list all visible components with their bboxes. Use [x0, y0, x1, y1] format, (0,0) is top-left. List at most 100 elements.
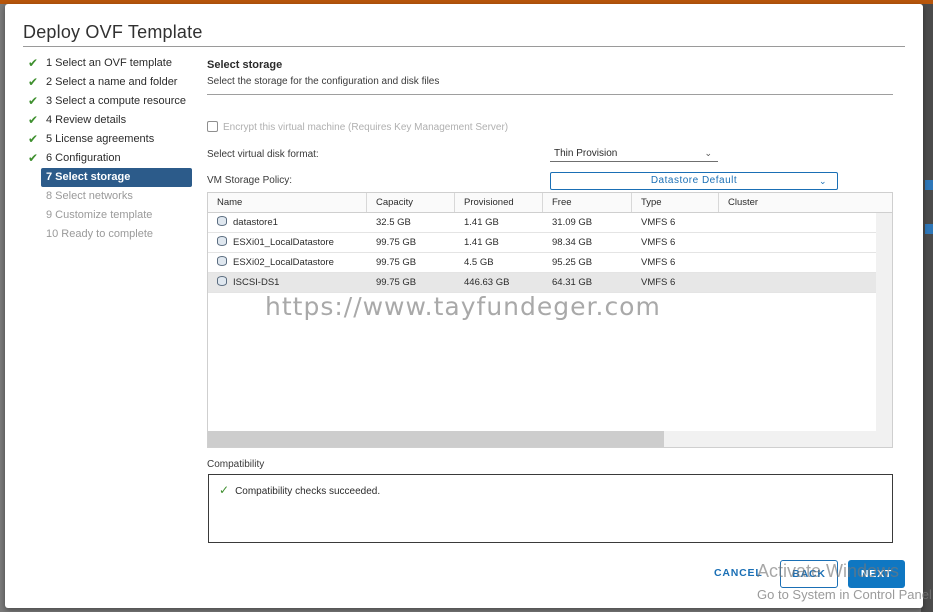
section-divider: [207, 94, 893, 95]
wizard-step-6[interactable]: ✔ 6 Configuration: [26, 149, 194, 168]
watermark-text: https://www.tayfundeger.com: [265, 292, 661, 321]
cell-free: 31.09 GB: [543, 213, 592, 233]
wizard-step-label: 1 Select an OVF template: [46, 57, 172, 69]
datastore-icon: [217, 216, 227, 226]
wizard-step-4[interactable]: ✔ 4 Review details: [26, 111, 194, 130]
column-header-free[interactable]: Free: [543, 193, 632, 212]
cell-cluster: [719, 273, 728, 293]
wizard-steps: ✔ 1 Select an OVF template ✔ 2 Select a nam…: [26, 54, 194, 244]
cell-name: ESXi02_LocalDatastore: [208, 253, 334, 273]
table-row[interactable]: ISCSI-DS1 99.75 GB 446.63 GB 64.31 GB VMFS 6: [208, 273, 876, 293]
vertical-scrollbar[interactable]: [876, 213, 892, 431]
grid-header: Name Capacity Provisioned Free Type Clus…: [208, 193, 892, 213]
datastore-icon: [217, 276, 227, 286]
wizard-step-label: 7 Select storage: [46, 171, 131, 183]
wizard-step-label: 3 Select a compute resource: [46, 95, 187, 107]
datastore-icon: [217, 236, 227, 246]
cell-capacity: 32.5 GB: [367, 213, 411, 233]
cell-name: datastore1: [208, 213, 278, 233]
chevron-down-icon: ⌄: [818, 176, 827, 186]
wizard-step-7[interactable]: 7 Select storage: [41, 168, 192, 187]
cell-text: 31.09 GB: [552, 217, 593, 228]
cell-text: 95.25 GB: [552, 257, 593, 268]
cell-text: ISCSI-DS1: [233, 277, 280, 288]
cell-cluster: [719, 233, 728, 253]
table-row[interactable]: ESXi01_LocalDatastore 99.75 GB 1.41 GB 98.3…: [208, 233, 876, 253]
wizard-step-2[interactable]: ✔ 2 Select a name and folder: [26, 73, 194, 92]
cell-cluster: [719, 253, 728, 273]
cell-free: 95.25 GB: [543, 253, 592, 273]
cell-text: 32.5 GB: [376, 217, 411, 228]
cell-type: VMFS 6: [632, 253, 675, 273]
cell-type: VMFS 6: [632, 233, 675, 253]
wizard-step-label: 4 Review details: [46, 114, 127, 126]
cell-capacity: 99.75 GB: [367, 233, 416, 253]
compatibility-label: Compatibility: [207, 459, 265, 470]
column-header-name[interactable]: Name: [208, 193, 367, 212]
wizard-step-8: 8 Select networks: [26, 187, 194, 206]
column-header-provisioned[interactable]: Provisioned: [455, 193, 543, 212]
horizontal-scrollbar-thumb[interactable]: [208, 431, 664, 447]
cell-text: 98.34 GB: [552, 237, 593, 248]
cell-text: 64.31 GB: [552, 277, 593, 288]
section-title: Select storage: [207, 59, 283, 71]
cell-provisioned: 446.63 GB: [455, 273, 509, 293]
table-row[interactable]: ESXi02_LocalDatastore 99.75 GB 4.5 GB 95.25…: [208, 253, 876, 273]
wizard-step-label: 6 Configuration: [46, 152, 121, 164]
cell-capacity: 99.75 GB: [367, 273, 416, 293]
cell-text: 99.75 GB: [376, 257, 417, 268]
storage-policy-value: Datastore Default: [650, 175, 738, 186]
cell-provisioned: 1.41 GB: [455, 213, 499, 233]
section-subtitle: Select the storage for the configuration…: [207, 76, 440, 87]
compatibility-box: ✓ Compatibility checks succeeded.: [208, 474, 893, 543]
column-header-type[interactable]: Type: [632, 193, 719, 212]
column-header-cluster[interactable]: Cluster: [719, 193, 892, 212]
encrypt-label: Encrypt this virtual machine (Requires K…: [223, 122, 509, 133]
cell-text: 99.75 GB: [376, 277, 417, 288]
activate-windows-subtitle: Go to System in Control Panel: [757, 587, 932, 602]
wizard-step-3[interactable]: ✔ 3 Select a compute resource: [26, 92, 194, 111]
grid-body: datastore1 32.5 GB 1.41 GB 31.09 GB VMFS 6 ES…: [208, 213, 876, 431]
cell-type: VMFS 6: [632, 273, 675, 293]
check-icon: ✔: [28, 151, 39, 165]
check-icon: ✔: [28, 56, 39, 70]
wizard-step-9: 9 Customize template: [26, 206, 194, 225]
disk-format-select[interactable]: Thin Provision ⌄: [550, 145, 718, 162]
cell-text: datastore1: [233, 217, 278, 228]
checkbox-icon[interactable]: [207, 121, 218, 132]
table-row[interactable]: datastore1 32.5 GB 1.41 GB 31.09 GB VMFS 6: [208, 213, 876, 233]
encrypt-vm-checkbox[interactable]: Encrypt this virtual machine (Requires K…: [207, 121, 508, 133]
cell-free: 98.34 GB: [543, 233, 592, 253]
dialog-title: Deploy OVF Template: [23, 22, 203, 42]
check-icon: ✔: [28, 113, 39, 127]
cell-provisioned: 1.41 GB: [455, 233, 499, 253]
wizard-step-label: 9 Customize template: [46, 209, 153, 221]
cell-provisioned: 4.5 GB: [455, 253, 494, 273]
column-header-capacity[interactable]: Capacity: [367, 193, 455, 212]
cell-name: ESXi01_LocalDatastore: [208, 233, 334, 253]
cell-text: ESXi01_LocalDatastore: [233, 237, 334, 248]
compatibility-message: ✓ Compatibility checks succeeded.: [219, 483, 380, 497]
chevron-down-icon: ⌄: [704, 148, 712, 158]
wizard-step-5[interactable]: ✔ 5 License agreements: [26, 130, 194, 149]
datastore-icon: [217, 256, 227, 266]
check-icon: ✔: [28, 75, 39, 89]
cell-cluster: [719, 213, 728, 233]
wizard-step-1[interactable]: ✔ 1 Select an OVF template: [26, 54, 194, 73]
disk-format-value: Thin Provision: [554, 148, 618, 159]
check-icon: ✔: [28, 94, 39, 108]
wizard-step-10: 10 Ready to complete: [26, 225, 194, 244]
storage-policy-select[interactable]: Datastore Default ⌄: [550, 172, 838, 190]
cell-text: VMFS 6: [641, 257, 676, 268]
cell-text: 1.41 GB: [464, 237, 499, 248]
cell-text: 1.41 GB: [464, 217, 499, 228]
title-divider: [23, 46, 905, 47]
cancel-button[interactable]: CANCEL: [714, 567, 763, 579]
select-storage-panel: Select storage Select the storage for th…: [207, 59, 893, 448]
check-icon: ✓: [219, 483, 230, 497]
cell-text: 446.63 GB: [464, 277, 510, 288]
cell-text: 99.75 GB: [376, 237, 417, 248]
cell-free: 64.31 GB: [543, 273, 592, 293]
cell-text: ESXi02_LocalDatastore: [233, 257, 334, 268]
check-icon: ✔: [28, 132, 39, 146]
